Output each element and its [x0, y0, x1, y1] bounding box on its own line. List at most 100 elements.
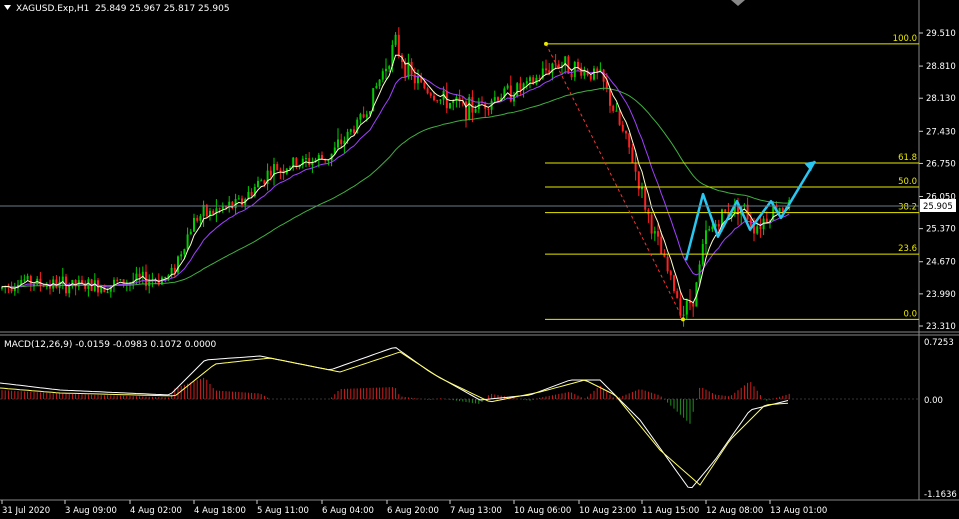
candle-body	[682, 314, 685, 316]
time-tick-label: 13 Aug 01:00	[770, 506, 827, 516]
price-tick-label: 29.510	[926, 29, 956, 39]
candle-body	[426, 88, 429, 94]
candle-body	[257, 180, 259, 188]
time-tick-label: 4 Aug 02:00	[130, 506, 182, 516]
macd-tick-top: 0.7253	[924, 338, 954, 348]
candle-body	[685, 300, 688, 315]
candle-body	[13, 288, 16, 292]
candle-body	[596, 68, 599, 72]
candle-body	[669, 271, 672, 276]
candle-body	[199, 216, 202, 221]
candle-body	[653, 231, 656, 234]
candle-body	[759, 226, 762, 230]
candle-body	[196, 217, 199, 221]
candle-body	[449, 102, 451, 109]
candle-body	[609, 88, 611, 106]
candle-body	[397, 34, 400, 56]
candle-body	[570, 73, 573, 78]
candle-body	[647, 209, 650, 215]
ohlc-label: 25.849 25.967 25.817 25.905	[95, 4, 230, 14]
candle-body	[327, 160, 330, 162]
price-tick-label: 23.990	[926, 290, 956, 300]
candle-body	[119, 279, 122, 281]
candle-body	[474, 109, 477, 113]
candle-body	[116, 279, 119, 281]
candle-body	[212, 210, 215, 214]
candle-body	[487, 108, 490, 110]
candle-body	[673, 275, 675, 292]
candle-body	[381, 71, 384, 80]
candle-body	[205, 204, 208, 216]
fib-anchor-low[interactable]	[681, 317, 685, 322]
candle-body	[183, 249, 186, 255]
candle-body	[593, 68, 595, 80]
candle-body	[557, 64, 560, 68]
fib-level-label: 23.6	[898, 244, 917, 254]
candle-body	[218, 208, 221, 210]
price-tick-label: 24.670	[926, 258, 956, 268]
candle-body	[538, 77, 541, 79]
candle-body	[122, 279, 125, 285]
candle-body	[513, 96, 515, 102]
candle-body	[202, 204, 205, 217]
trading-chart[interactable]: XAGUSD.Exp,H1 25.849 25.967 25.817 25.90…	[0, 0, 959, 519]
candle-body	[589, 75, 592, 80]
candle-body	[628, 133, 631, 148]
candle-body	[113, 279, 115, 286]
price-tick-label: 27.430	[926, 127, 956, 137]
candle-body	[621, 124, 624, 132]
candle-body	[612, 105, 615, 111]
price-tick-label: 28.810	[926, 62, 956, 72]
candle-body	[180, 254, 183, 257]
candle-body	[250, 191, 253, 197]
candle-body	[337, 139, 339, 148]
candle-body	[375, 86, 378, 89]
price-tick-label: 25.370	[926, 225, 956, 235]
candle-body	[529, 77, 531, 82]
candle-body	[29, 275, 32, 285]
candle-body	[423, 82, 426, 89]
candle-body	[545, 68, 547, 71]
candle-body	[429, 93, 432, 96]
time-tick-label: 10 Aug 06:00	[514, 506, 571, 516]
candle-body	[340, 139, 343, 145]
fib-level-label: 38.2	[898, 203, 917, 213]
candle-body	[362, 114, 365, 118]
candle-body	[23, 279, 26, 281]
fib-level-label: 0.0	[903, 309, 917, 319]
time-tick-label: 10 Aug 23:00	[579, 506, 636, 516]
candle-body	[349, 129, 352, 132]
candle-body	[452, 100, 455, 103]
candle-body	[781, 208, 784, 212]
fib-level-label: 61.8	[898, 153, 917, 163]
candle-body	[417, 76, 419, 84]
chart-background	[0, 0, 959, 519]
time-tick-label: 3 Aug 09:00	[65, 506, 117, 516]
candle-body	[666, 256, 669, 272]
candle-body	[708, 229, 711, 231]
candle-body	[394, 34, 397, 45]
current-price-text: 25.905	[923, 202, 953, 212]
candle-body	[436, 100, 439, 102]
candle-body	[625, 131, 627, 134]
candle-body	[138, 273, 141, 278]
candle-body	[61, 276, 64, 282]
candle-body	[650, 214, 653, 234]
fib-anchor-high[interactable]	[544, 41, 548, 46]
candle-body	[385, 68, 387, 72]
candle-body	[353, 129, 355, 133]
candle-body	[660, 236, 663, 255]
candle-body	[765, 218, 768, 222]
candle-body	[756, 226, 759, 234]
candle-body	[615, 110, 618, 112]
candle-body	[279, 170, 282, 172]
candle-body	[186, 234, 189, 250]
candle-body	[657, 231, 659, 237]
candle-body	[458, 97, 461, 102]
macd-tick-zero: 0.00	[924, 396, 943, 406]
candle-body	[439, 99, 442, 101]
macd-tick-bottom: -1.1636	[924, 490, 957, 500]
candle-body	[577, 61, 579, 68]
candle-body	[705, 230, 707, 245]
candle-body	[305, 158, 307, 160]
